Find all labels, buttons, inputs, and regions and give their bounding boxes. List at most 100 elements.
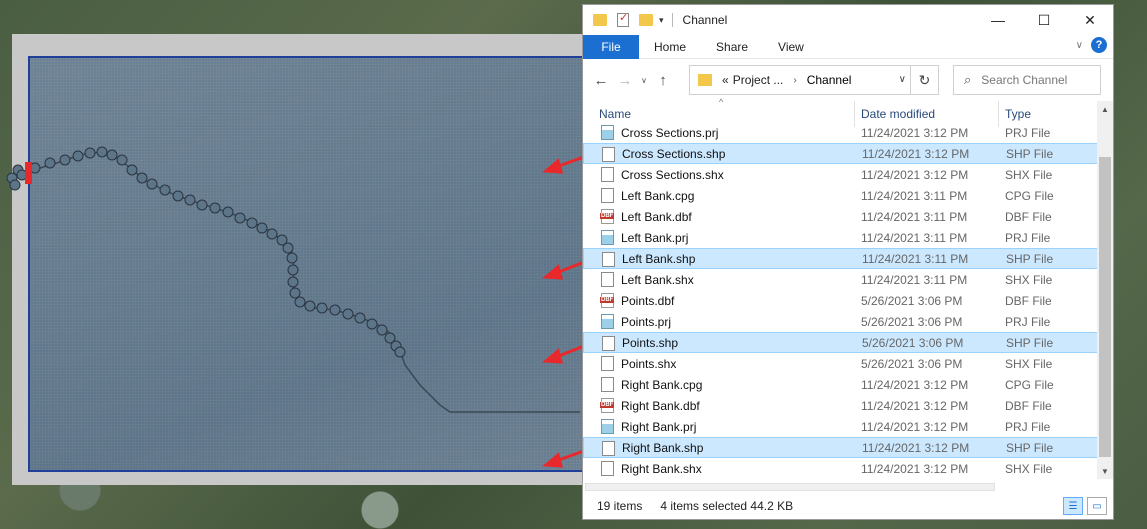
file-name: Right Bank.prj: [621, 419, 697, 434]
file-row[interactable]: Points.shx 5/26/2021 3:06 PM SHX File: [583, 353, 1099, 374]
help-icon[interactable]: ?: [1091, 37, 1107, 53]
file-row[interactable]: Right Bank.cpg 11/24/2021 3:12 PM CPG File: [583, 374, 1099, 395]
column-type[interactable]: Type: [1005, 107, 1031, 121]
channel-points: [6, 146, 406, 358]
file-name: Points.shp: [622, 335, 679, 350]
file-row[interactable]: Right Bank.prj 11/24/2021 3:12 PM PRJ File: [583, 416, 1099, 437]
refresh-button[interactable]: ↻: [910, 66, 938, 94]
file-row[interactable]: Left Bank.shp 11/24/2021 3:11 PM SHP File: [583, 248, 1099, 269]
ribbon-tabs: File Home Share View ∨ ?: [583, 34, 1113, 59]
breadcrumb-prefix[interactable]: «: [722, 73, 729, 87]
file-name: Points.shx: [621, 356, 677, 371]
channel-point: [44, 157, 56, 169]
details-view-icon[interactable]: ☰: [1063, 497, 1083, 515]
quick-access-dropdown-icon[interactable]: ▾: [659, 15, 664, 26]
up-button[interactable]: ↑: [651, 72, 675, 89]
dbf-file-icon: [600, 209, 615, 224]
channel-point: [282, 242, 294, 254]
breadcrumb-separator: ›: [793, 74, 797, 86]
channel-point: [222, 206, 234, 218]
file-row[interactable]: Points.shp 5/26/2021 3:06 PM SHP File: [583, 332, 1099, 353]
file-date: 11/24/2021 3:12 PM: [861, 167, 969, 182]
doc-file-icon: [602, 336, 615, 351]
recent-locations-dropdown[interactable]: ∨: [637, 76, 651, 85]
start-marker: [25, 162, 32, 184]
channel-point: [209, 202, 221, 214]
title-bar: ▾ Channel — ☐ ✕: [583, 5, 1113, 35]
channel-point: [136, 172, 148, 184]
file-date: 11/24/2021 3:11 PM: [861, 209, 968, 224]
file-row[interactable]: Cross Sections.shp 11/24/2021 3:12 PM SHP …: [583, 143, 1099, 164]
file-type: DBF File: [1005, 209, 1052, 224]
file-date: 5/26/2021 3:06 PM: [861, 293, 963, 308]
scroll-up-icon[interactable]: ▲: [1097, 101, 1113, 117]
file-row[interactable]: Points.prj 5/26/2021 3:06 PM PRJ File: [583, 311, 1099, 332]
back-button[interactable]: ←: [589, 72, 613, 89]
file-row[interactable]: Left Bank.dbf 11/24/2021 3:11 PM DBF File: [583, 206, 1099, 227]
doc-file-icon: [601, 167, 614, 182]
channel-point: [246, 217, 258, 229]
file-row[interactable]: Right Bank.dbf 11/24/2021 3:12 PM DBF File: [583, 395, 1099, 416]
channel-point: [289, 287, 301, 299]
address-bar[interactable]: « Project ... › Channel ∨ ↻: [689, 65, 939, 95]
scrollbar-thumb[interactable]: [1099, 157, 1111, 457]
file-type: CPG File: [1005, 377, 1054, 392]
channel-point: [184, 194, 196, 206]
scroll-down-icon[interactable]: ▼: [1097, 463, 1113, 479]
doc-file-icon: [602, 441, 615, 456]
vertical-scrollbar[interactable]: ▲ ▼: [1097, 101, 1113, 479]
file-type: SHP File: [1006, 440, 1054, 455]
breadcrumb-channel[interactable]: Channel: [807, 73, 852, 87]
file-name: Right Bank.dbf: [621, 398, 700, 413]
file-row[interactable]: Right Bank.shx 11/24/2021 3:12 PM SHX File: [583, 458, 1099, 479]
channel-point: [316, 302, 328, 314]
tab-share[interactable]: Share: [701, 40, 763, 54]
channel-point: [116, 154, 128, 166]
file-row[interactable]: Cross Sections.shx 11/24/2021 3:12 PM SHX …: [583, 164, 1099, 185]
tab-home[interactable]: Home: [639, 40, 701, 54]
search-input[interactable]: ⌕ Search Channel: [953, 65, 1101, 95]
address-dropdown-icon[interactable]: ∨: [899, 74, 906, 85]
file-row[interactable]: Right Bank.shp 11/24/2021 3:12 PM SHP File: [583, 437, 1099, 458]
file-date: 5/26/2021 3:06 PM: [861, 356, 963, 371]
file-name: Left Bank.prj: [621, 230, 689, 245]
new-folder-icon[interactable]: [639, 14, 653, 26]
breadcrumb-project[interactable]: Project ...: [733, 73, 784, 87]
file-explorer-window: ▾ Channel — ☐ ✕ File Home Share View ∨ ?…: [582, 4, 1114, 520]
item-count: 19 items: [597, 499, 643, 513]
expand-ribbon-icon[interactable]: ∨: [1076, 40, 1083, 51]
file-row[interactable]: Left Bank.prj 11/24/2021 3:11 PM PRJ File: [583, 227, 1099, 248]
file-date: 11/24/2021 3:12 PM: [861, 377, 969, 392]
channel-point: [106, 149, 118, 161]
maximize-button[interactable]: ☐: [1021, 5, 1067, 35]
file-name: Right Bank.cpg: [621, 377, 703, 392]
file-name: Left Bank.shp: [622, 251, 696, 266]
properties-icon[interactable]: [617, 11, 629, 27]
forward-button[interactable]: →: [613, 72, 637, 89]
doc-file-icon: [601, 377, 614, 392]
close-button[interactable]: ✕: [1067, 5, 1113, 35]
file-date: 11/24/2021 3:12 PM: [861, 398, 969, 413]
channel-point: [146, 178, 158, 190]
file-name: Right Bank.shp: [622, 440, 704, 455]
file-type: CPG File: [1005, 188, 1054, 203]
column-date-modified[interactable]: Date modified: [861, 107, 935, 121]
file-row[interactable]: Left Bank.cpg 11/24/2021 3:11 PM CPG File: [583, 185, 1099, 206]
channel-point: [159, 184, 171, 196]
file-name: Right Bank.shx: [621, 461, 702, 476]
file-type: SHX File: [1005, 356, 1053, 371]
column-name[interactable]: Name: [599, 107, 631, 121]
channel-point: [376, 324, 388, 336]
minimize-button[interactable]: —: [975, 5, 1021, 35]
file-date: 11/24/2021 3:12 PM: [861, 461, 969, 476]
tab-view[interactable]: View: [763, 40, 819, 54]
file-row[interactable]: Left Bank.shx 11/24/2021 3:11 PM SHX File: [583, 269, 1099, 290]
file-row[interactable]: Cross Sections.prj 11/24/2021 3:12 PM PRJ …: [583, 122, 1099, 143]
title-separator: [671, 13, 673, 27]
tab-file[interactable]: File: [583, 34, 639, 59]
file-row[interactable]: Points.dbf 5/26/2021 3:06 PM DBF File: [583, 290, 1099, 311]
file-date: 11/24/2021 3:11 PM: [862, 251, 969, 266]
channel-point: [354, 312, 366, 324]
horizontal-scrollbar-thumb[interactable]: [585, 483, 995, 491]
large-icons-view-icon[interactable]: ▭: [1087, 497, 1107, 515]
